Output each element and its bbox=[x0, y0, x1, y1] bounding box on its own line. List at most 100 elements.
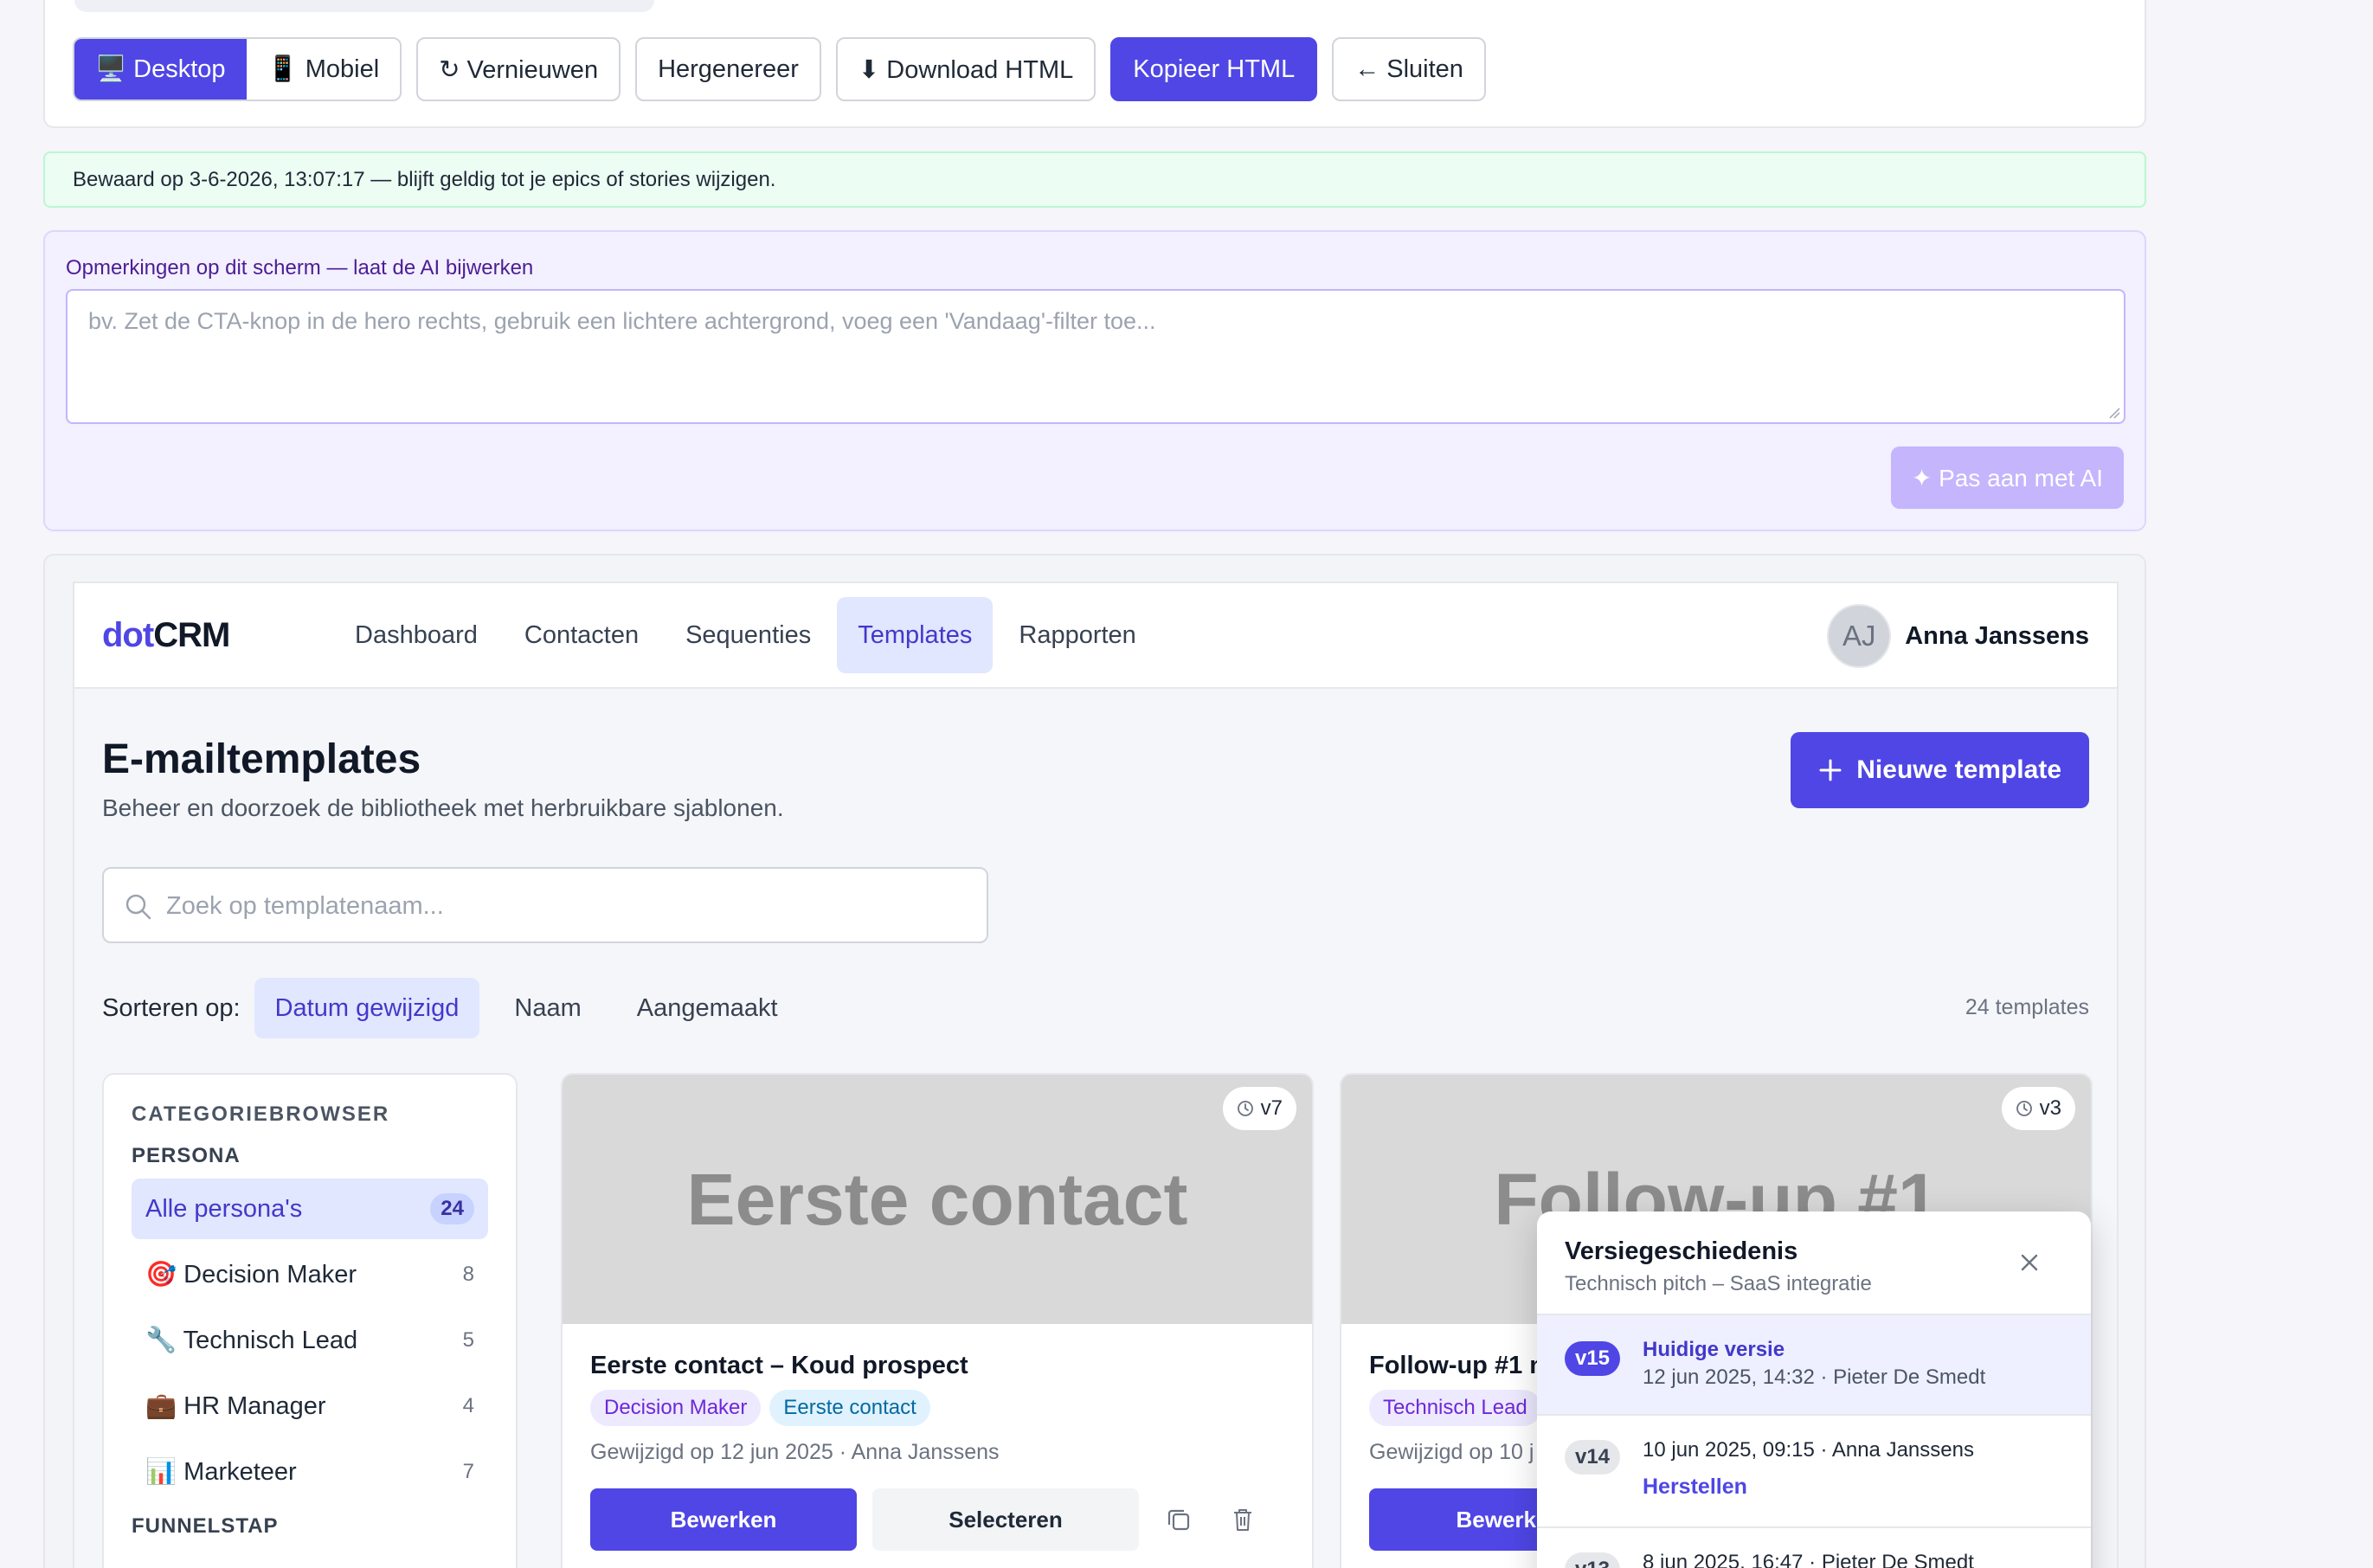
copy-html-button[interactable]: Kopieer HTML bbox=[1110, 37, 1318, 101]
page-title: E-mailtemplates bbox=[102, 736, 421, 782]
version-badge: v13 bbox=[1565, 1552, 1620, 1568]
version-label: v3 bbox=[2039, 1096, 2061, 1120]
refresh-button[interactable]: ↻ Vernieuwen bbox=[416, 37, 621, 101]
saved-notice-text: Bewaard op 3-6-2026, 13:07:17 — blijft g… bbox=[73, 167, 776, 191]
trash-icon bbox=[1234, 1509, 1251, 1531]
category-item-hr-manager[interactable]: 💼 HR Manager 4 bbox=[132, 1376, 488, 1436]
version-label: v7 bbox=[1260, 1096, 1283, 1120]
category-browser: CATEGORIEBROWSER PERSONA Alle persona's … bbox=[102, 1073, 518, 1568]
new-template-label: Nieuwe template bbox=[1856, 755, 2061, 784]
version-meta: 8 jun 2025, 16:47 · Pieter De Smedt bbox=[1643, 1551, 1974, 1568]
regenerate-button[interactable]: Hergenereer bbox=[635, 37, 821, 101]
apply-ai-button[interactable]: ✦ Pas aan met AI bbox=[1890, 447, 2124, 509]
version-meta: 12 jun 2025, 14:32 · Pieter De Smedt bbox=[1643, 1366, 1986, 1389]
delete-button[interactable] bbox=[1219, 1495, 1267, 1544]
template-actions: Bewerken Selecteren bbox=[590, 1488, 1267, 1551]
category-group-persona: PERSONA bbox=[132, 1144, 241, 1167]
category-item-count: 24 bbox=[430, 1193, 474, 1224]
avatar: AJ bbox=[1827, 604, 1892, 668]
viewport-toggle: 🖥️ Desktop 📱 Mobiel bbox=[73, 37, 402, 101]
category-item-decision-maker[interactable]: 🎯 Decision Maker 8 bbox=[132, 1244, 488, 1305]
template-card[interactable]: Eerste contact v7 Eerste contact – Koud … bbox=[561, 1073, 1314, 1568]
template-title: Eerste contact – Koud prospect bbox=[590, 1352, 968, 1379]
copy-icon bbox=[1167, 1509, 1190, 1531]
close-button[interactable]: ← Sluiten bbox=[1332, 37, 1486, 101]
category-item-count: 8 bbox=[462, 1263, 474, 1286]
version-row-current[interactable]: v15 Huidige versie 12 jun 2025, 14:32 · … bbox=[1537, 1315, 2091, 1416]
template-tags: Technisch Lead bbox=[1369, 1390, 1541, 1426]
nav-dashboard[interactable]: Dashboard bbox=[334, 597, 498, 673]
app-logo[interactable]: dotCRM bbox=[102, 616, 230, 655]
main-nav: Dashboard Contacten Sequenties Templates… bbox=[334, 597, 1162, 673]
ai-feedback-panel: Opmerkingen op dit scherm — laat de AI b… bbox=[43, 230, 2146, 531]
version-row[interactable]: v13 8 jun 2025, 16:47 · Pieter De Smedt bbox=[1537, 1528, 2091, 1568]
persona-tag: Decision Maker bbox=[590, 1390, 762, 1426]
nav-rapporten[interactable]: Rapporten bbox=[998, 597, 1156, 673]
plus-icon bbox=[1819, 759, 1842, 781]
version-badge[interactable]: v3 bbox=[2001, 1087, 2075, 1130]
sort-label: Sorteren op: bbox=[102, 993, 241, 1022]
page-subtitle: Beheer en doorzoek de bibliotheek met he… bbox=[102, 794, 784, 821]
category-item-count: 4 bbox=[462, 1394, 474, 1417]
select-button[interactable]: Selecteren bbox=[872, 1488, 1139, 1551]
template-title: Follow-up #1 n bbox=[1369, 1352, 1545, 1379]
close-icon[interactable] bbox=[2020, 1253, 2039, 1272]
logo-part-crm: CRM bbox=[153, 616, 230, 654]
mobile-view-button[interactable]: 📱 Mobiel bbox=[246, 39, 401, 100]
version-title: Huidige versie bbox=[1643, 1338, 1785, 1361]
sort-date-modified[interactable]: Datum gewijzigd bbox=[254, 978, 480, 1038]
persona-tag: Technisch Lead bbox=[1369, 1390, 1541, 1426]
app-navbar: dotCRM Dashboard Contacten Sequenties Te… bbox=[74, 583, 2117, 689]
category-item-count: 5 bbox=[462, 1328, 474, 1352]
logo-part-dot: dot bbox=[102, 616, 154, 654]
version-row[interactable]: v14 10 jun 2025, 09:15 · Anna Janssens H… bbox=[1537, 1416, 2091, 1528]
saved-notice: Bewaard op 3-6-2026, 13:07:17 — blijft g… bbox=[43, 151, 2146, 208]
category-item-label: 📊 Marketeer bbox=[145, 1458, 297, 1486]
version-badge: v14 bbox=[1565, 1440, 1620, 1475]
preview-toolbar-panel: 🖥️ Desktop 📱 Mobiel ↻ Vernieuwen Hergene… bbox=[43, 0, 2146, 128]
version-badge[interactable]: v7 bbox=[1222, 1087, 1296, 1130]
nav-templates[interactable]: Templates bbox=[837, 597, 994, 673]
ai-feedback-placeholder: bv. Zet de CTA-knop in de hero rechts, g… bbox=[88, 308, 1156, 334]
restore-link[interactable]: Herstellen bbox=[1643, 1475, 1747, 1500]
clock-icon bbox=[2016, 1101, 2032, 1116]
truncated-info-pill bbox=[74, 0, 654, 12]
version-history-title: Versiegeschiedenis bbox=[1565, 1237, 1798, 1265]
category-item-label: 🎯 Decision Maker bbox=[145, 1261, 357, 1288]
preview-toolbar: 🖥️ Desktop 📱 Mobiel ↻ Vernieuwen Hergene… bbox=[73, 37, 1486, 101]
version-history-header: Versiegeschiedenis Technisch pitch – Saa… bbox=[1537, 1211, 2091, 1315]
version-history-popover: Versiegeschiedenis Technisch pitch – Saa… bbox=[1537, 1211, 2091, 1568]
user-name: Anna Janssens bbox=[1905, 621, 2089, 650]
nav-contacten[interactable]: Contacten bbox=[504, 597, 659, 673]
template-meta: Gewijzigd op 10 j bbox=[1369, 1440, 1534, 1464]
ai-feedback-textarea[interactable]: bv. Zet de CTA-knop in de hero rechts, g… bbox=[66, 289, 2125, 424]
search-placeholder: Zoek op templatenaam... bbox=[166, 892, 444, 920]
template-thumbnail[interactable]: Eerste contact bbox=[563, 1075, 1312, 1324]
template-tags: Decision Maker Eerste contact bbox=[590, 1390, 930, 1426]
edit-button[interactable]: Bewerken bbox=[590, 1488, 857, 1551]
app-preview-frame: dotCRM Dashboard Contacten Sequenties Te… bbox=[73, 582, 2119, 1568]
desktop-view-button[interactable]: 🖥️ Desktop bbox=[74, 39, 247, 100]
sort-created[interactable]: Aangemaakt bbox=[616, 978, 799, 1038]
funnel-tag: Eerste contact bbox=[769, 1390, 930, 1426]
category-item-marketeer[interactable]: 📊 Marketeer 7 bbox=[132, 1442, 488, 1502]
duplicate-button[interactable] bbox=[1154, 1495, 1203, 1544]
search-icon bbox=[125, 894, 151, 920]
category-item-count: 7 bbox=[462, 1460, 474, 1483]
version-badge: v15 bbox=[1565, 1341, 1620, 1376]
category-item-technical-lead[interactable]: 🔧 Technisch Lead 5 bbox=[132, 1310, 488, 1371]
download-html-button[interactable]: ⬇ Download HTML bbox=[835, 37, 1096, 101]
sort-name[interactable]: Naam bbox=[493, 978, 601, 1038]
search-input[interactable]: Zoek op templatenaam... bbox=[102, 867, 988, 943]
version-history-subtitle: Technisch pitch – SaaS integratie bbox=[1565, 1272, 1872, 1295]
sort-bar: Sorteren op: Datum gewijzigd Naam Aangem… bbox=[102, 978, 813, 1038]
category-item-all[interactable]: Alle persona's 24 bbox=[132, 1179, 488, 1239]
nav-sequenties[interactable]: Sequenties bbox=[665, 597, 832, 673]
new-template-button[interactable]: Nieuwe template bbox=[1791, 732, 2089, 808]
category-item-label: Alle persona's bbox=[145, 1194, 303, 1223]
user-menu[interactable]: AJ Anna Janssens bbox=[1827, 604, 2089, 668]
template-count: 24 templates bbox=[1965, 995, 2089, 1019]
category-item-label: 🔧 Technisch Lead bbox=[145, 1327, 358, 1354]
resize-grip-icon[interactable] bbox=[2108, 407, 2120, 419]
clock-icon bbox=[1237, 1101, 1253, 1116]
